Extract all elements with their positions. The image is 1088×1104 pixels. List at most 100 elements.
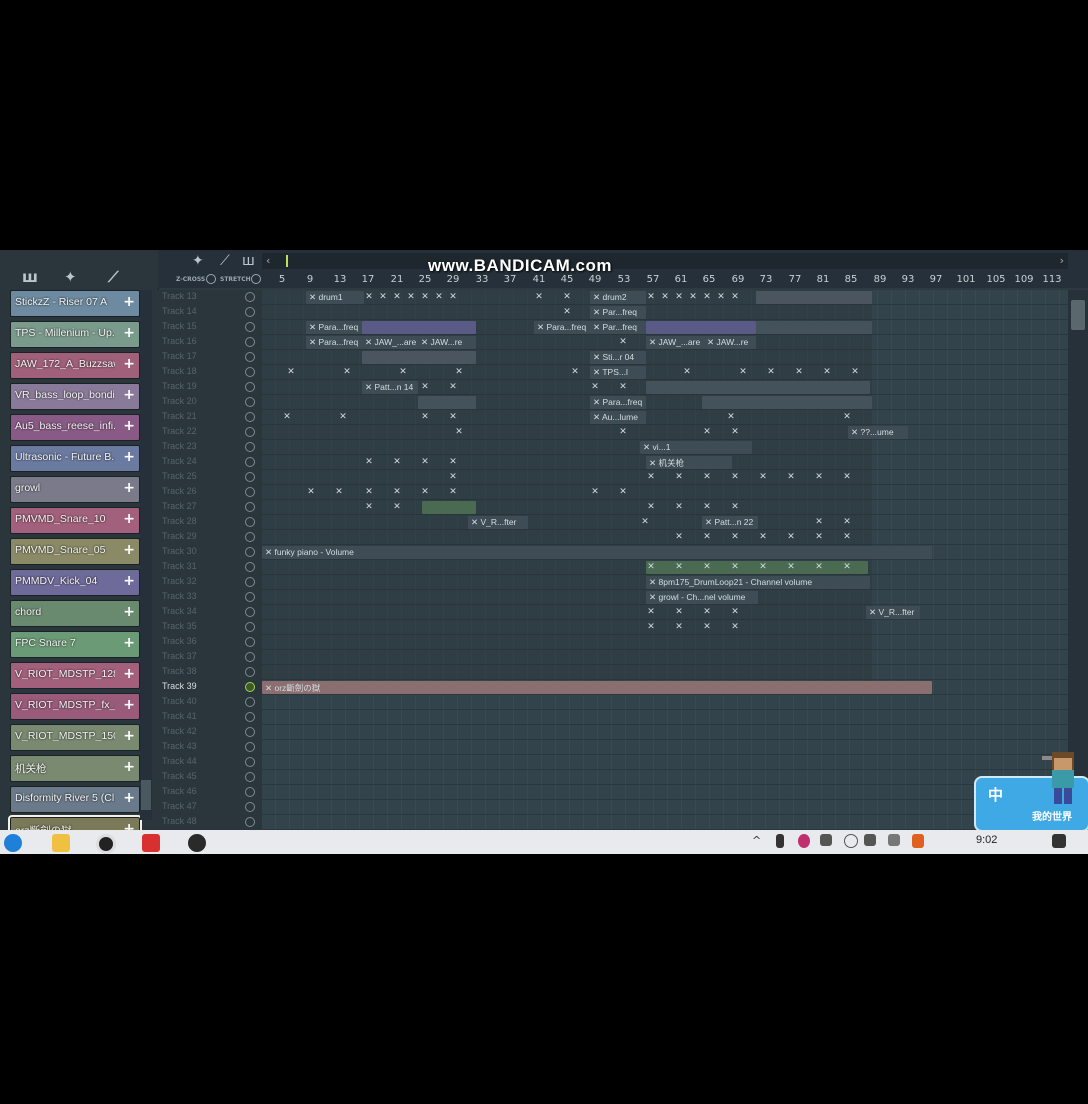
automation-marker-icon[interactable]: ✕ xyxy=(364,292,374,303)
add-channel-icon[interactable]: + xyxy=(123,728,135,744)
automation-marker-icon[interactable]: ✕ xyxy=(842,472,852,483)
mute-led-icon[interactable] xyxy=(245,352,255,362)
playlist-clip[interactable]: ✕ JAW_...are xyxy=(646,336,704,349)
channel-item[interactable]: 机关枪 + xyxy=(10,755,140,782)
channel-item[interactable]: Au5_bass_reese_infi... + xyxy=(10,414,140,441)
playlist-clip[interactable] xyxy=(756,321,872,334)
automation-marker-icon[interactable]: ✕ xyxy=(334,487,344,498)
bandicam-icon[interactable] xyxy=(96,834,116,854)
track-header[interactable]: Track 47 xyxy=(161,800,261,815)
automation-marker-icon[interactable]: ✕ xyxy=(814,562,824,573)
automation-marker-icon[interactable]: ✕ xyxy=(618,382,628,393)
automation-marker-icon[interactable]: ✕ xyxy=(842,532,852,543)
channel-item[interactable]: PMVMD_Snare_05 + xyxy=(10,538,140,565)
automation-marker-icon[interactable]: ✕ xyxy=(702,427,712,438)
automation-marker-icon[interactable]: ✕ xyxy=(730,562,740,573)
track-header[interactable]: Track 23 xyxy=(161,440,261,455)
automation-marker-icon[interactable]: ✕ xyxy=(640,517,650,528)
add-channel-icon[interactable]: + xyxy=(123,759,135,775)
mute-led-icon[interactable] xyxy=(245,787,255,797)
automation-marker-icon[interactable]: ✕ xyxy=(674,532,684,543)
mute-led-icon[interactable] xyxy=(245,382,255,392)
automation-marker-icon[interactable]: ✕ xyxy=(702,607,712,618)
automation-marker-icon[interactable]: ✕ xyxy=(738,367,748,378)
track-header[interactable]: Track 32 xyxy=(161,575,261,590)
automation-marker-icon[interactable]: ✕ xyxy=(448,292,458,303)
mute-led-icon[interactable] xyxy=(245,727,255,737)
automation-marker-icon[interactable]: ✕ xyxy=(448,487,458,498)
mute-led-icon[interactable] xyxy=(245,292,255,302)
mute-led-icon[interactable] xyxy=(245,547,255,557)
track-header[interactable]: Track 44 xyxy=(161,755,261,770)
track-header[interactable]: Track 18 xyxy=(161,365,261,380)
automation-marker-icon[interactable]: ✕ xyxy=(702,562,712,573)
mute-led-icon[interactable] xyxy=(245,697,255,707)
automation-marker-icon[interactable]: ✕ xyxy=(286,367,296,378)
playlist-clip[interactable] xyxy=(756,291,872,304)
channel-item[interactable]: PMVMD_Snare_10 + xyxy=(10,507,140,534)
automation-marker-icon[interactable]: ✕ xyxy=(814,517,824,528)
add-channel-icon[interactable]: + xyxy=(123,356,135,372)
automation-marker-icon[interactable]: ✕ xyxy=(420,487,430,498)
track-header[interactable]: Track 26 xyxy=(161,485,261,500)
playlist-clip[interactable]: ✕ Par...freq xyxy=(590,306,646,319)
automation-marker-icon[interactable]: ✕ xyxy=(618,487,628,498)
track-header[interactable]: Track 38 xyxy=(161,665,261,680)
automation-marker-icon[interactable]: ✕ xyxy=(342,367,352,378)
automation-marker-icon[interactable]: ✕ xyxy=(814,472,824,483)
automation-marker-icon[interactable]: ✕ xyxy=(406,292,416,303)
track-header[interactable]: Track 34 xyxy=(161,605,261,620)
track-header[interactable]: Track 29 xyxy=(161,530,261,545)
automation-marker-icon[interactable]: ✕ xyxy=(842,562,852,573)
tray-app-icon[interactable] xyxy=(798,834,810,848)
add-channel-icon[interactable]: + xyxy=(123,325,135,341)
channel-item[interactable]: growl + xyxy=(10,476,140,503)
track-header[interactable]: Track 25 xyxy=(161,470,261,485)
playlist-clip[interactable]: ✕ Para...freq xyxy=(306,321,362,334)
automation-marker-icon[interactable]: ✕ xyxy=(392,292,402,303)
track-header[interactable]: Track 33 xyxy=(161,590,261,605)
track-header[interactable]: Track 19 xyxy=(161,380,261,395)
mute-led-icon[interactable] xyxy=(245,337,255,347)
automation-marker-icon[interactable]: ✕ xyxy=(758,472,768,483)
channel-item[interactable]: V_RIOT_MDSTP_fx_s... + xyxy=(10,693,140,720)
channel-item[interactable]: JAW_172_A_Buzzsaw2 + xyxy=(10,352,140,379)
playlist-clip[interactable]: ✕ V_R...fter xyxy=(866,606,920,619)
fl-studio-icon[interactable] xyxy=(188,834,206,852)
automation-marker-icon[interactable]: ✕ xyxy=(590,382,600,393)
clock[interactable]: 9:02 xyxy=(976,834,997,846)
track-header[interactable]: Track 13 xyxy=(161,290,261,305)
add-channel-icon[interactable]: + xyxy=(123,480,135,496)
automation-marker-icon[interactable]: ✕ xyxy=(702,502,712,513)
playlist-clip[interactable]: ✕ growl - Ch...nel volume xyxy=(646,591,758,604)
automation-marker-icon[interactable]: ✕ xyxy=(398,367,408,378)
mute-led-icon[interactable] xyxy=(245,622,255,632)
automation-marker-icon[interactable]: ✕ xyxy=(282,412,292,423)
channel-item[interactable]: V_RIOT_MDSTP_150_... + xyxy=(10,724,140,751)
channel-item[interactable]: PMMDV_Kick_04 + xyxy=(10,569,140,596)
automation-marker-icon[interactable]: ✕ xyxy=(730,607,740,618)
link-icon[interactable]: ⟋ xyxy=(108,268,119,286)
snap-icon[interactable]: ш xyxy=(22,268,38,286)
playlist-clip[interactable]: ✕ JAW...re xyxy=(704,336,756,349)
automation-marker-icon[interactable]: ✕ xyxy=(392,502,402,513)
playlist-clip[interactable]: ✕ Sti...r 04 xyxy=(590,351,646,364)
mute-led-icon[interactable] xyxy=(245,517,255,527)
automation-marker-icon[interactable]: ✕ xyxy=(454,427,464,438)
automation-marker-icon[interactable]: ✕ xyxy=(842,517,852,528)
playlist-clip[interactable]: ✕ JAW_...are xyxy=(362,336,418,349)
add-channel-icon[interactable]: + xyxy=(123,821,135,830)
track-header[interactable]: Track 28 xyxy=(161,515,261,530)
playlist-clip[interactable]: ✕ 机关枪 xyxy=(646,456,732,469)
automation-marker-icon[interactable]: ✕ xyxy=(646,607,656,618)
playlist-clip[interactable]: ✕ Para...freq xyxy=(306,336,362,349)
playlist-clip[interactable]: ✕ 8pm175_DrumLoop21 - Channel volume xyxy=(646,576,870,589)
automation-marker-icon[interactable]: ✕ xyxy=(420,292,430,303)
playlist-clip[interactable]: ✕ orz斷劍の獄 xyxy=(262,681,932,694)
track-header[interactable]: Track 16 xyxy=(161,335,261,350)
add-channel-icon[interactable]: + xyxy=(123,790,135,806)
automation-marker-icon[interactable]: ✕ xyxy=(786,562,796,573)
automation-marker-icon[interactable]: ✕ xyxy=(646,502,656,513)
automation-marker-icon[interactable]: ✕ xyxy=(730,532,740,543)
automation-marker-icon[interactable]: ✕ xyxy=(726,412,736,423)
